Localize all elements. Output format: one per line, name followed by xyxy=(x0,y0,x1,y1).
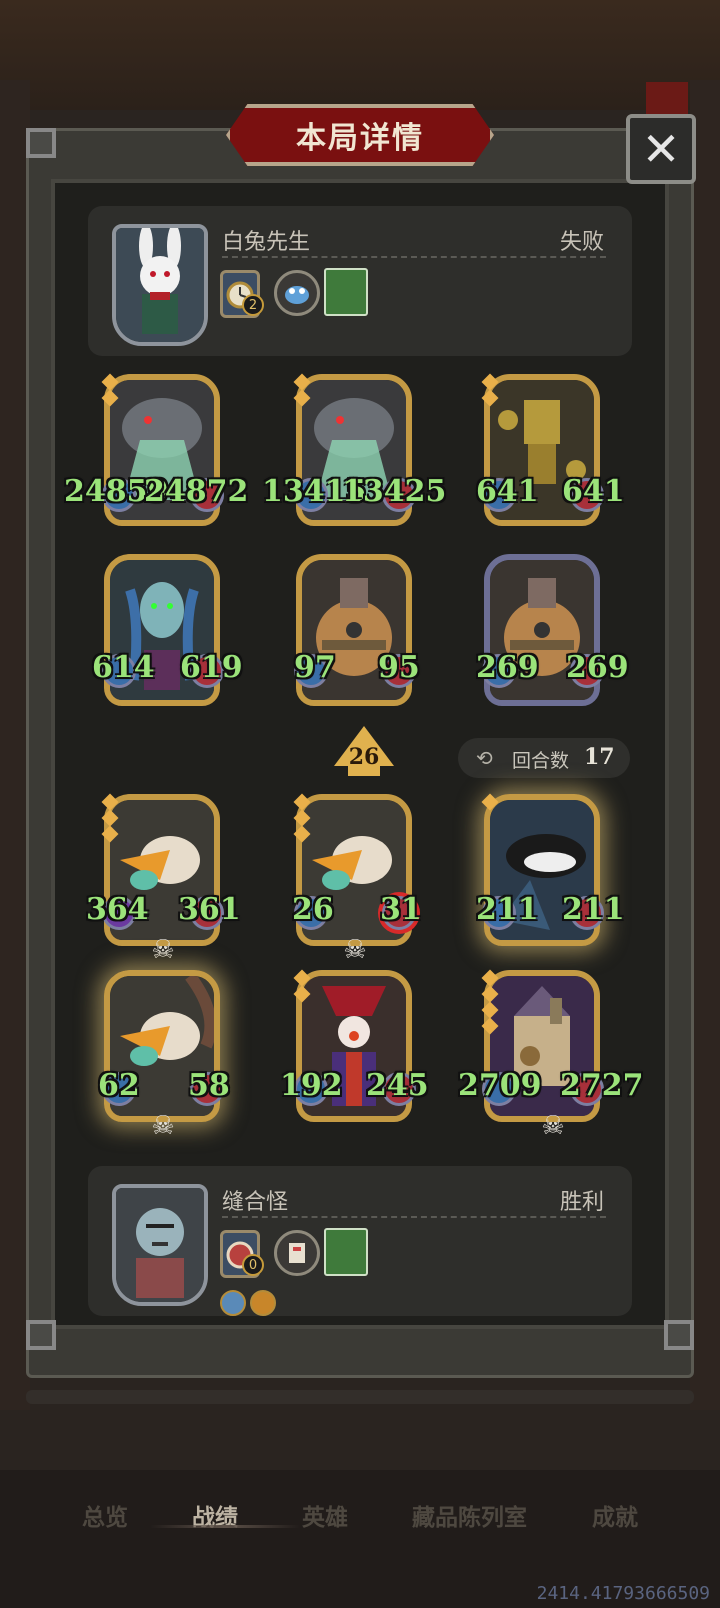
attack-value: 641 xyxy=(476,474,539,509)
player-panel: 缝合怪 胜利 0 xyxy=(88,1166,632,1316)
page-title: 本局详情 xyxy=(296,121,424,156)
nav-heroes[interactable]: 英雄 xyxy=(302,1498,348,1532)
opponent-avatar[interactable] xyxy=(112,224,208,346)
scroll-bar xyxy=(26,1390,694,1404)
frame-corner xyxy=(26,1320,56,1350)
close-icon: ✕ xyxy=(641,122,681,176)
health-value: 211 xyxy=(562,892,625,927)
attack-value: 269 xyxy=(476,650,539,685)
spellbook-icon[interactable] xyxy=(324,268,368,316)
frame-corner xyxy=(664,1320,694,1350)
background-top xyxy=(0,0,720,110)
nav-achievements[interactable]: 成就 xyxy=(592,1498,638,1532)
health-value: 31 xyxy=(380,892,422,927)
opponent-panel: 白兔先生 失败 2 xyxy=(88,206,632,356)
turn-label: 回合数 xyxy=(512,750,570,772)
attack-value: 2709 xyxy=(458,1068,542,1103)
frame-corner xyxy=(26,128,56,158)
opponent-result: 失败 xyxy=(559,230,604,255)
active-tab-indicator xyxy=(150,1525,300,1528)
spellbook-icon[interactable] xyxy=(324,1228,368,1276)
buff-icon[interactable] xyxy=(220,1290,246,1316)
player-name: 缝合怪 xyxy=(222,1190,289,1215)
health-value: 2727 xyxy=(560,1068,644,1103)
buff-icon[interactable] xyxy=(250,1290,276,1316)
skull-icon: ☠ xyxy=(343,935,367,965)
hero-power-counter: 0 xyxy=(242,1254,264,1276)
attack-value: 192 xyxy=(280,1068,343,1103)
health-value: 269 xyxy=(566,650,629,685)
background-right xyxy=(690,80,720,1410)
turn-value: 17 xyxy=(584,744,615,770)
trinket-icon[interactable] xyxy=(274,1230,320,1276)
health-value: 13425 xyxy=(342,474,447,509)
health-value: 24872 xyxy=(144,474,249,509)
divider xyxy=(222,256,606,258)
hero-power-counter: 2 xyxy=(242,294,264,316)
attack-value: 364 xyxy=(86,892,149,927)
opponent-name: 白兔先生 xyxy=(222,230,311,255)
skull-icon: ☠ xyxy=(151,935,175,965)
health-value: 245 xyxy=(366,1068,429,1103)
health-value: 361 xyxy=(178,892,241,927)
refresh-icon: ⟲ xyxy=(476,746,493,770)
attack-value: 26 xyxy=(292,892,334,927)
player-avatar[interactable] xyxy=(112,1184,208,1306)
health-value: 95 xyxy=(378,650,420,685)
attack-value: 97 xyxy=(294,650,336,685)
health-value: 58 xyxy=(188,1068,230,1103)
close-button[interactable]: ✕ xyxy=(626,114,696,184)
skull-icon: ☠ xyxy=(151,1111,175,1141)
trinket-icon[interactable] xyxy=(274,270,320,316)
attack-value: 62 xyxy=(98,1068,140,1103)
health-value: 641 xyxy=(562,474,625,509)
attack-value: 211 xyxy=(476,892,539,927)
nav-collection[interactable]: 藏品陈列室 xyxy=(412,1498,527,1532)
nav-overview[interactable]: 总览 xyxy=(82,1498,128,1532)
debug-number: 2414.41793666509 xyxy=(536,1583,710,1604)
player-result: 胜利 xyxy=(559,1190,604,1215)
attack-value: 614 xyxy=(92,650,155,685)
turn-counter: ⟲ 回合数 17 xyxy=(458,738,630,778)
title-plate: 本局详情 xyxy=(226,104,494,166)
damage-value: 26 xyxy=(348,744,380,770)
skull-icon: ☠ xyxy=(541,1111,565,1141)
divider xyxy=(222,1216,606,1218)
health-value: 619 xyxy=(180,650,243,685)
